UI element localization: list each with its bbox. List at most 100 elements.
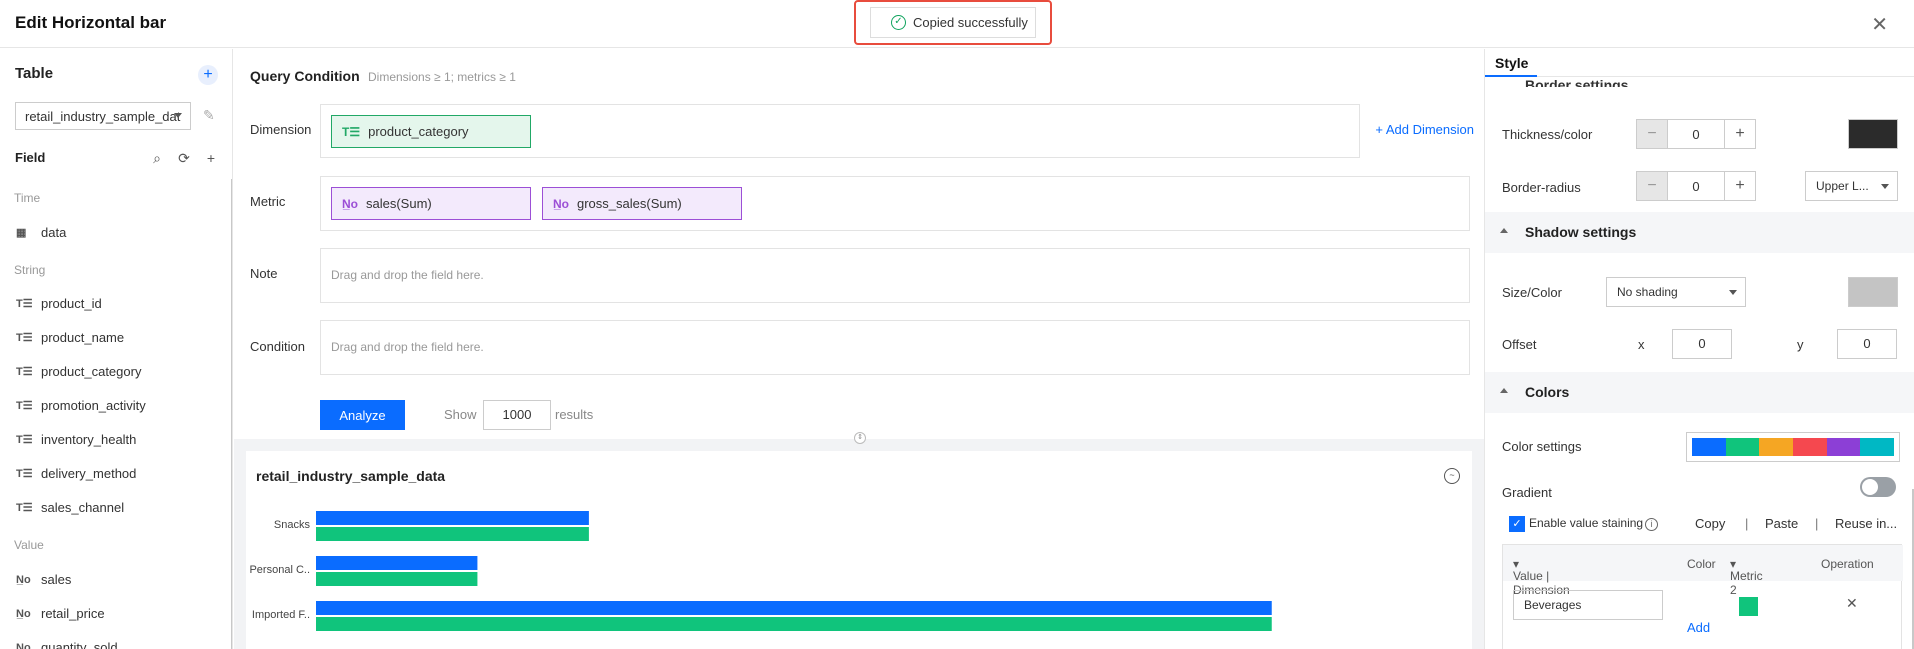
delete-row-icon[interactable]: ✕ <box>1846 595 1858 612</box>
toggle-knob <box>1862 479 1878 495</box>
radius-corner-value: Upper L... <box>1816 179 1869 193</box>
metric-chip-label: gross_sales(Sum) <box>577 196 682 211</box>
number-type-icon: N̲o <box>342 196 358 211</box>
dimension-dropzone[interactable]: T☰ product_category <box>320 104 1360 158</box>
tab-style[interactable]: Style <box>1495 55 1528 71</box>
thickness-stepper[interactable]: − 0 + <box>1636 119 1756 149</box>
header-operation: Operation <box>1821 557 1874 571</box>
field-item-string[interactable]: T☰ inventory_health <box>16 432 136 447</box>
offset-y-input[interactable]: 0 <box>1837 329 1897 359</box>
minus-icon[interactable]: − <box>1637 120 1667 148</box>
metric-label: Metric <box>250 194 286 209</box>
close-icon[interactable]: ✕ <box>1871 12 1888 37</box>
field-item-value[interactable]: N̲o quantity_sold <box>16 640 118 649</box>
refresh-icon[interactable]: ⟳ <box>175 150 193 167</box>
toast-text: Copied successfully <box>913 15 1028 30</box>
enable-staining-checkbox[interactable]: ✓ <box>1509 516 1525 532</box>
minus-icon[interactable]: − <box>1637 172 1667 200</box>
note-dropzone[interactable]: Drag and drop the field here. <box>320 248 1470 303</box>
border-color-swatch[interactable] <box>1848 119 1898 149</box>
bar-series-1-0[interactable] <box>316 527 589 541</box>
condition-dropzone[interactable]: Drag and drop the field here. <box>320 320 1470 375</box>
reuse-link[interactable]: Reuse in... <box>1835 516 1897 531</box>
staining-value-input[interactable]: Beverages <box>1513 590 1663 620</box>
left-scrollbar[interactable] <box>231 179 232 649</box>
category-tick-label: Imported F.. <box>252 609 310 621</box>
chevron-down-icon <box>1881 184 1889 189</box>
chevron-down-icon <box>1729 290 1737 295</box>
bar-series-0-0[interactable] <box>316 511 589 525</box>
header-metric[interactable]: Metric 2 ▾ <box>1730 557 1763 597</box>
text-type-icon: T☰ <box>16 366 33 378</box>
number-type-icon: N̲o <box>16 573 31 586</box>
shadow-title: Shadow settings <box>1525 224 1637 240</box>
copy-link[interactable]: Copy <box>1695 516 1725 531</box>
metric-chip-label: sales(Sum) <box>366 196 432 211</box>
result-limit-input[interactable]: 1000 <box>483 400 551 430</box>
analyze-button[interactable]: Analyze <box>320 400 405 430</box>
field-item-string[interactable]: T☰ product_id <box>16 296 102 311</box>
gradient-toggle[interactable] <box>1860 477 1896 497</box>
gradient-label: Gradient <box>1502 485 1552 500</box>
staining-color-swatch[interactable] <box>1739 597 1758 616</box>
field-item-string[interactable]: T☰ promotion_activity <box>16 398 146 413</box>
metric-dropzone[interactable]: N̲o sales(Sum) N̲o gross_sales(Sum) <box>320 176 1470 231</box>
bar-series-1-1[interactable] <box>316 572 478 586</box>
resize-handle-icon[interactable]: ⇕ <box>854 432 866 444</box>
table-select[interactable]: retail_industry_sample_dat <box>15 102 191 130</box>
radius-value[interactable]: 0 <box>1667 172 1725 200</box>
field-item-value[interactable]: N̲o retail_price <box>16 606 105 621</box>
header-value-dimension[interactable]: Value | Dimension ▾ <box>1513 557 1570 597</box>
color-palette-picker[interactable] <box>1686 432 1900 462</box>
chart-settings-icon[interactable]: ~ <box>1444 468 1460 484</box>
metric-chip[interactable]: N̲o sales(Sum) <box>331 187 531 220</box>
metric-chip[interactable]: N̲o gross_sales(Sum) <box>542 187 742 220</box>
field-item-data[interactable]: ▦ data <box>16 225 66 240</box>
field-item-value[interactable]: N̲o sales <box>16 572 71 587</box>
bar-series-0-1[interactable] <box>316 556 478 570</box>
plus-icon[interactable]: + <box>1725 172 1755 200</box>
field-item-string[interactable]: T☰ product_name <box>16 330 124 345</box>
check-circle-icon: ✓ <box>891 15 906 30</box>
header-color: Color <box>1687 557 1716 571</box>
bar-series-1-2[interactable] <box>316 617 1272 631</box>
dimension-chip[interactable]: T☰ product_category <box>331 115 531 148</box>
modal-title: Edit Horizontal bar <box>15 13 167 32</box>
border-settings-heading: Border settings <box>1525 77 1629 87</box>
collapse-icon <box>1500 388 1508 393</box>
field-item-label: product_name <box>41 330 125 345</box>
field-item-label: quantity_sold <box>41 640 118 649</box>
radius-stepper[interactable]: − 0 + <box>1636 171 1756 201</box>
field-item-label: data <box>41 225 67 240</box>
field-item-string[interactable]: T☰ sales_channel <box>16 500 124 515</box>
group-string-label: String <box>14 263 46 277</box>
value-staining-header: Value | Dimension ▾ Color Metric 2 ▾ Ope… <box>1503 545 1903 597</box>
shading-select[interactable]: No shading <box>1606 277 1746 307</box>
add-field-icon[interactable]: + <box>202 150 220 167</box>
palette-color-3 <box>1793 438 1827 456</box>
field-tools: ⌕ ⟳ + <box>148 150 220 167</box>
field-item-string[interactable]: T☰ product_category <box>16 364 141 379</box>
radius-corner-select[interactable]: Upper L... <box>1805 171 1898 201</box>
style-panel: Style Border settings Thickness/color − … <box>1484 49 1914 649</box>
group-value-label: Value <box>14 538 44 552</box>
chart-title: retail_industry_sample_data <box>256 468 446 484</box>
paste-link[interactable]: Paste <box>1765 516 1798 531</box>
query-panel: Query Condition Dimensions ≥ 1; metrics … <box>234 49 1484 439</box>
bar-series-0-2[interactable] <box>316 601 1272 615</box>
field-item-string[interactable]: T☰ delivery_method <box>16 466 136 481</box>
colors-section-header[interactable]: Colors <box>1485 372 1914 413</box>
edit-pencil-icon[interactable]: ✎ <box>203 107 215 124</box>
add-table-button[interactable]: + <box>198 65 218 85</box>
add-row-link[interactable]: Add <box>1687 620 1710 635</box>
info-icon[interactable]: i <box>1645 518 1659 531</box>
search-icon[interactable]: ⌕ <box>148 150 166 167</box>
note-placeholder: Drag and drop the field here. <box>331 268 484 282</box>
plus-icon[interactable]: + <box>1725 120 1755 148</box>
offset-x-input[interactable]: 0 <box>1672 329 1732 359</box>
thickness-value[interactable]: 0 <box>1667 120 1725 148</box>
shadow-section-header[interactable]: Shadow settings <box>1485 212 1914 253</box>
palette-color-1 <box>1725 438 1760 456</box>
add-dimension-link[interactable]: + Add Dimension <box>1375 122 1474 137</box>
shadow-color-swatch[interactable] <box>1848 277 1898 307</box>
